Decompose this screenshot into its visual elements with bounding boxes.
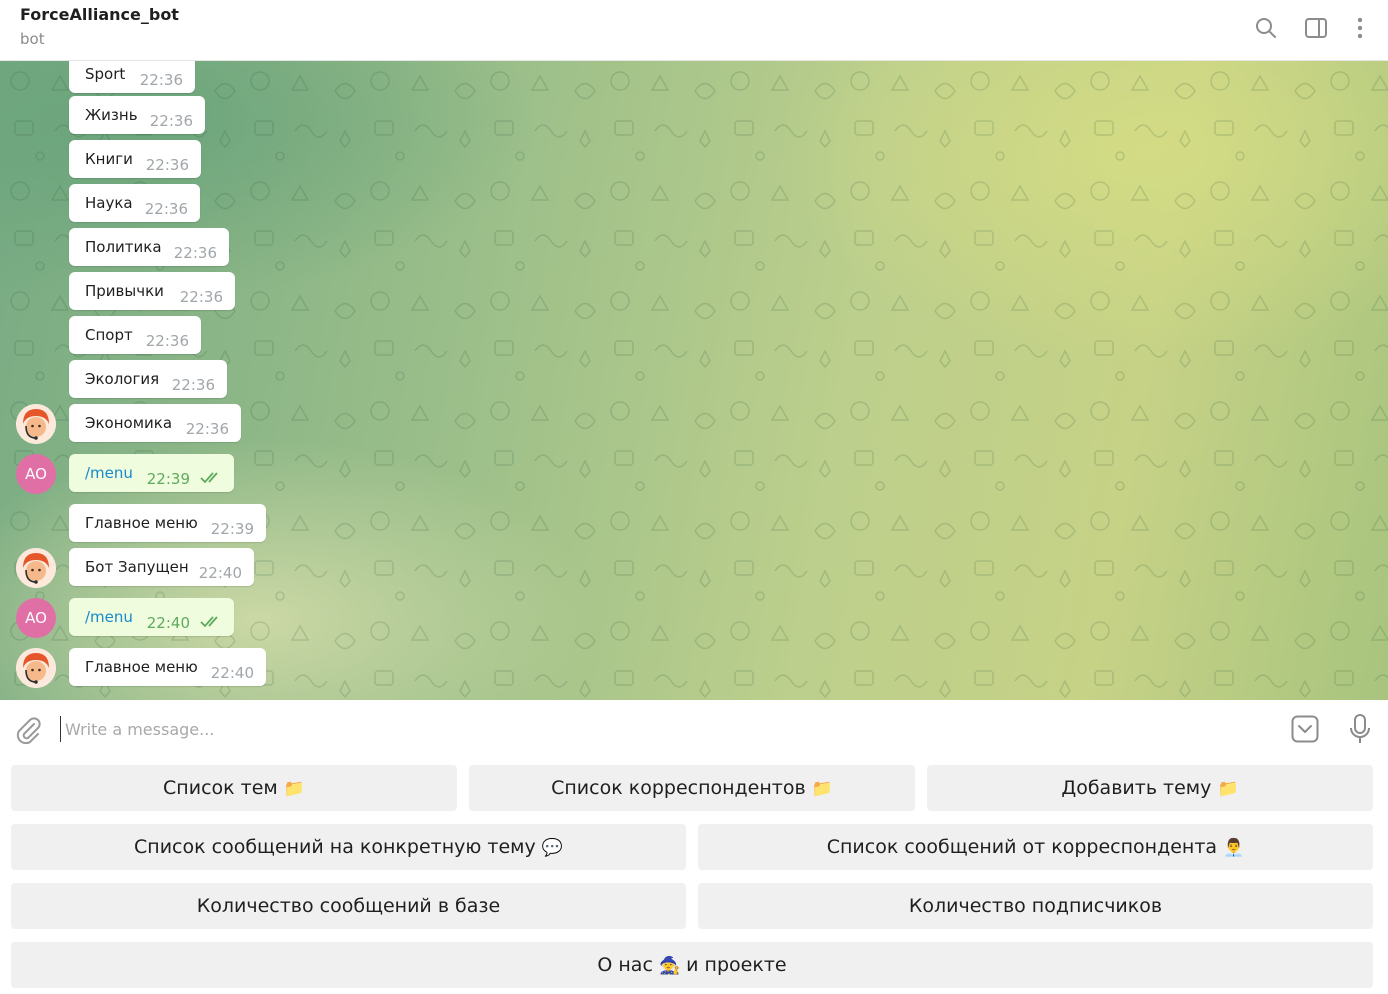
message-time: 22:36 <box>139 71 183 89</box>
message-composer <box>0 700 1388 757</box>
command-link[interactable]: /menu <box>85 464 133 482</box>
message-time: 22:36 <box>185 420 229 438</box>
bot-avatar-icon <box>16 548 56 588</box>
bot-reply-keyboard: Список тем 📁 Список корреспондентов 📁 До… <box>0 757 1388 994</box>
message-time: 22:36 <box>149 112 193 130</box>
folder-icon: 📁 <box>283 779 305 799</box>
message-text: Спорт <box>85 326 133 344</box>
speech-bubble-icon: 💬 <box>541 838 563 858</box>
outgoing-message-bubble[interactable]: /menu 22:40 <box>69 598 234 636</box>
messages-by-correspondent-button[interactable]: Список сообщений от корреспондента 👨‍💼 <box>698 824 1373 870</box>
bot-avatar[interactable] <box>16 648 56 688</box>
messages-count-button[interactable]: Количество сообщений в базе <box>11 883 686 929</box>
correspondents-list-button[interactable]: Список корреспондентов 📁 <box>469 765 915 811</box>
message-input[interactable] <box>60 716 1260 742</box>
message-text: Политика <box>85 238 162 256</box>
message-time: 22:40 <box>210 664 254 682</box>
message-bubble[interactable]: Жизнь 22:36 <box>69 96 205 134</box>
button-label: Список сообщений на конкретную тему <box>134 836 536 858</box>
button-label-before: О нас <box>597 954 653 976</box>
message-time: 22:36 <box>145 332 189 350</box>
button-label: Количество сообщений в базе <box>196 895 501 917</box>
user-avatar[interactable]: AO <box>16 454 56 494</box>
subscribers-count-button[interactable]: Количество подписчиков <box>698 883 1373 929</box>
bot-avatar[interactable] <box>16 548 56 588</box>
bot-avatar-icon <box>16 404 56 444</box>
message-bubble[interactable]: Экономика 22:36 <box>69 404 241 442</box>
topics-list-button[interactable]: Список тем 📁 <box>11 765 457 811</box>
message-time: 22:36 <box>179 288 223 306</box>
button-label: Список корреспондентов <box>551 777 806 799</box>
message-bubble[interactable]: Спорт 22:36 <box>69 316 201 354</box>
message-text: Экономика <box>85 414 173 432</box>
message-bubble[interactable]: Главное меню 22:39 <box>69 504 266 542</box>
user-avatar[interactable]: AO <box>16 598 56 638</box>
message-bubble[interactable]: Книги 22:36 <box>69 140 201 178</box>
bot-avatar[interactable] <box>16 404 56 444</box>
message-time: 22:40 <box>146 614 190 632</box>
message-text: Бот Запущен <box>85 558 189 576</box>
search-icon[interactable] <box>1254 16 1278 40</box>
button-label: Количество подписчиков <box>908 895 1163 917</box>
message-time: 22:36 <box>145 156 189 174</box>
chat-subtitle: bot <box>20 30 45 48</box>
button-label-after: и проекте <box>686 954 787 976</box>
wizard-icon: 🧙 <box>658 956 681 976</box>
chat-title[interactable]: ForceAlliance_bot <box>20 5 179 24</box>
message-time: 22:36 <box>173 244 217 262</box>
more-options-icon[interactable] <box>1348 16 1372 40</box>
message-text: Книги <box>85 150 133 168</box>
double-check-icon <box>200 472 218 484</box>
message-bubble[interactable]: Привычки 22:36 <box>69 272 235 310</box>
message-time: 22:36 <box>144 200 188 218</box>
message-text: Sport <box>85 65 126 83</box>
message-time: 22:36 <box>171 376 215 394</box>
message-bubble[interactable]: Экология 22:36 <box>69 360 227 398</box>
message-bubble[interactable]: Бот Запущен 22:40 <box>69 548 254 586</box>
message-text: Наука <box>85 194 133 212</box>
microphone-icon[interactable] <box>1348 713 1372 745</box>
command-link[interactable]: /menu <box>85 608 133 626</box>
message-text: Главное меню <box>85 514 198 532</box>
bot-avatar-icon <box>16 648 56 688</box>
message-time: 22:39 <box>146 470 190 488</box>
message-text: Экология <box>85 370 160 388</box>
button-label: Список сообщений от корреспондента <box>826 836 1218 858</box>
message-time: 22:39 <box>210 520 254 538</box>
sidebar-toggle-icon[interactable] <box>1304 16 1328 40</box>
bot-keyboard-toggle-icon[interactable] <box>1291 715 1319 743</box>
about-us-button[interactable]: О нас 🧙 и проекте <box>11 942 1373 988</box>
paperclip-icon[interactable] <box>14 716 42 744</box>
button-label: Список тем <box>163 777 278 799</box>
button-label: Добавить тему <box>1061 777 1212 799</box>
message-bubble[interactable]: Sport 22:36 <box>69 61 195 93</box>
message-bubble[interactable]: Политика 22:36 <box>69 228 229 266</box>
office-worker-icon: 👨‍💼 <box>1223 838 1245 858</box>
message-text: Привычки <box>85 282 164 300</box>
folder-icon: 📁 <box>1217 779 1239 799</box>
message-text: Главное меню <box>85 658 198 676</box>
message-bubble[interactable]: Наука 22:36 <box>69 184 200 222</box>
folder-icon: 📁 <box>811 779 833 799</box>
message-bubble[interactable]: Главное меню 22:40 <box>69 648 266 686</box>
outgoing-message-bubble[interactable]: /menu 22:39 <box>69 454 234 492</box>
chat-header: ForceAlliance_bot bot <box>0 0 1388 61</box>
message-time: 22:40 <box>198 564 242 582</box>
chat-history[interactable]: Sport 22:36 Жизнь 22:36 Книги 22:36 Наук… <box>0 61 1388 700</box>
message-text: Жизнь <box>85 106 138 124</box>
double-check-icon <box>200 616 218 628</box>
messages-by-topic-button[interactable]: Список сообщений на конкретную тему 💬 <box>11 824 686 870</box>
add-topic-button[interactable]: Добавить тему 📁 <box>927 765 1373 811</box>
